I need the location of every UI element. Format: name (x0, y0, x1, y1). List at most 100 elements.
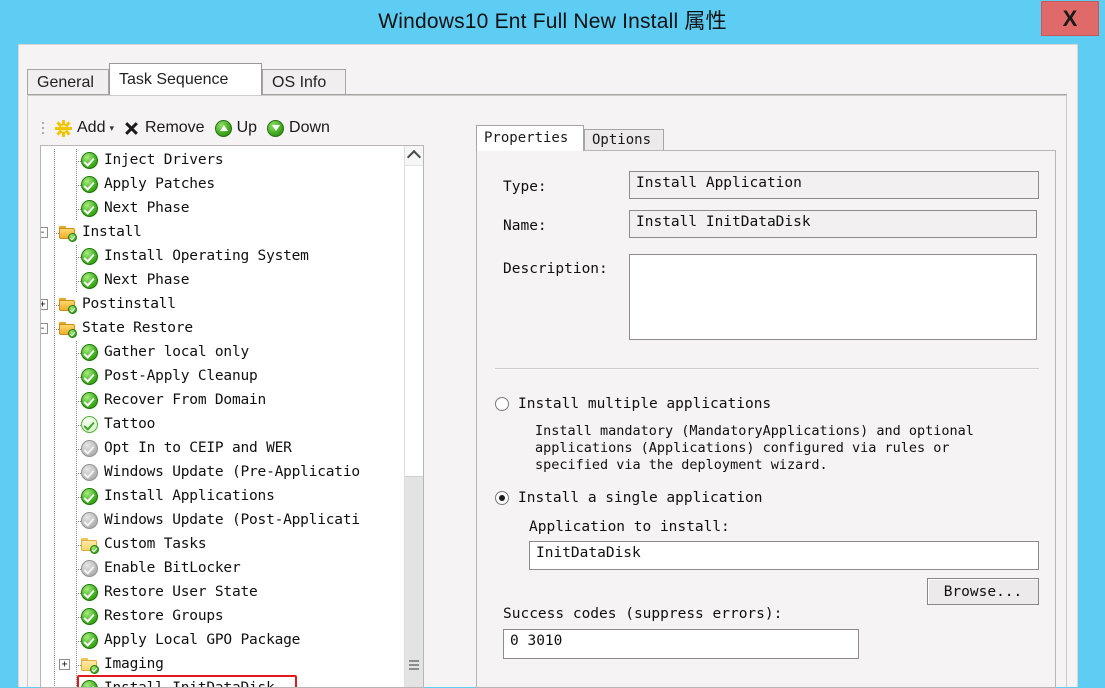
tree-item-label: Install Operating System (104, 248, 309, 264)
remove-button[interactable]: Remove (118, 117, 210, 139)
name-field[interactable]: Install InitDataDisk (629, 210, 1037, 238)
radio-install-multiple-label: Install multiple applications (518, 396, 772, 412)
properties-form: Type: Install Application Name: Install … (476, 150, 1056, 688)
tree-collapse-button[interactable]: - (41, 227, 48, 238)
tree-item[interactable]: Apply Local GPO Package (41, 629, 405, 653)
properties-tabstrip: Properties Options (476, 125, 1056, 151)
check-circle-pale-icon (81, 416, 98, 433)
tree-item[interactable]: Restore User State (41, 581, 405, 605)
scrollbar-thumb[interactable] (405, 476, 423, 687)
tree-item[interactable]: Inject Drivers (41, 149, 405, 173)
tree-expand-button[interactable]: + (41, 299, 48, 310)
tree-vertical-scrollbar[interactable] (404, 146, 423, 687)
radio-install-multiple[interactable]: Install multiple applications (495, 395, 771, 413)
down-button-label: Down (289, 119, 330, 136)
tree-item-label: Imaging (104, 656, 164, 672)
step-properties-pane: Properties Options Type: Install Applica… (476, 125, 1056, 688)
check-circle-icon (81, 152, 98, 169)
tab-task-sequence[interactable]: Task Sequence (109, 63, 262, 95)
tree-item-label: Inject Drivers (104, 152, 224, 168)
window-title: Windows10 Ent Full New Install 属性 (378, 10, 727, 33)
tree-item[interactable]: Tattoo (41, 413, 405, 437)
tree-item[interactable]: Apply Patches (41, 173, 405, 197)
tree-item[interactable]: Install Operating System (41, 245, 405, 269)
check-circle-disabled-icon (81, 560, 98, 577)
description-field[interactable] (629, 254, 1037, 340)
up-button[interactable]: Up (210, 117, 262, 139)
tree-collapse-button[interactable]: - (41, 323, 48, 334)
tree-item[interactable]: Post-Apply Cleanup (41, 365, 405, 389)
check-circle-disabled-icon (81, 440, 98, 457)
tree-toolbar: Add ▾ Remove Up Down (40, 114, 335, 142)
task-sequence-tree[interactable]: Inject Drivers Apply Patches Next Phase - In… (40, 145, 424, 688)
tab-properties[interactable]: Properties (476, 125, 584, 151)
tree-item-label: Apply Patches (104, 176, 215, 192)
down-button[interactable]: Down (262, 117, 335, 139)
tree-item[interactable]: Install InitDataDisk (41, 677, 405, 687)
close-button[interactable]: X (1041, 1, 1099, 36)
close-x-icon (123, 120, 140, 137)
tree-item[interactable]: + Imaging (41, 653, 405, 677)
tree-item[interactable]: Opt In to CEIP and WER (41, 437, 405, 461)
check-circle-disabled-icon (81, 512, 98, 529)
remove-button-label: Remove (145, 119, 205, 136)
tree-item-label: State Restore (82, 320, 193, 336)
radio-install-single[interactable]: Install a single application (495, 489, 762, 507)
tree-item-label: Enable BitLocker (104, 560, 241, 576)
tree-item[interactable]: Windows Update (Pre-Applicatio (41, 461, 405, 485)
add-button-label: Add (77, 119, 106, 136)
close-icon: X (1062, 5, 1078, 31)
check-circle-icon (81, 584, 98, 601)
tree-item[interactable]: Custom Tasks (41, 533, 405, 557)
check-circle-icon (81, 272, 98, 289)
application-to-install-label: Application to install: (529, 519, 730, 535)
up-button-label: Up (236, 119, 258, 136)
radio-button-unselected-icon (495, 397, 509, 411)
type-field[interactable]: Install Application (629, 171, 1039, 199)
browse-button[interactable]: Browse... (927, 578, 1039, 605)
check-circle-icon (81, 200, 98, 217)
tree-item[interactable]: Next Phase (41, 197, 405, 221)
tree-item[interactable]: Restore Groups (41, 605, 405, 629)
properties-dialog: General Task Sequence OS Info Add ▾ Remo… (18, 44, 1078, 688)
tree-item-label: Custom Tasks (104, 536, 207, 552)
application-to-install-field[interactable]: InitDataDisk (529, 541, 1039, 570)
tab-options[interactable]: Options (584, 129, 664, 151)
folder-light-icon (81, 656, 99, 674)
tree-item[interactable]: Gather local only (41, 341, 405, 365)
folder-light-icon (81, 536, 99, 554)
check-circle-icon (81, 488, 98, 505)
check-circle-icon (81, 608, 98, 625)
tab-general[interactable]: General (27, 69, 109, 95)
add-dropdown-caret-icon[interactable]: ▾ (109, 123, 114, 134)
star-icon (55, 119, 72, 137)
tree-item-label: Next Phase (104, 200, 190, 216)
tree-item-label: Install (82, 224, 142, 240)
tree-item-label: Postinstall (82, 296, 176, 312)
check-circle-icon (81, 392, 98, 409)
tree-item[interactable]: Windows Update (Post-Applicati (41, 509, 405, 533)
scroll-up-button[interactable] (405, 146, 423, 166)
tree-item-label: Next Phase (104, 272, 190, 288)
tree-item-label: Install Applications (104, 488, 275, 504)
tree-item[interactable]: Recover From Domain (41, 389, 405, 413)
tree-rows-container: Inject Drivers Apply Patches Next Phase - In… (41, 146, 405, 687)
tree-item[interactable]: Next Phase (41, 269, 405, 293)
tree-item[interactable]: - Install (41, 221, 405, 245)
success-codes-label: Success codes (suppress errors): (503, 606, 783, 622)
tree-expand-button[interactable]: + (59, 659, 70, 670)
tree-item[interactable]: + Postinstall (41, 293, 405, 317)
toolbar-grip[interactable] (40, 118, 46, 138)
tree-item[interactable]: Install Applications (41, 485, 405, 509)
tree-item[interactable]: Enable BitLocker (41, 557, 405, 581)
tab-os-info[interactable]: OS Info (262, 69, 346, 95)
task-sequence-panel: Add ▾ Remove Up Down Inject Drivers Apply… (27, 95, 1067, 688)
tree-item[interactable]: - State Restore (41, 317, 405, 341)
add-button[interactable]: Add (50, 117, 110, 139)
title-bar: Windows10 Ent Full New Install 属性 X (0, 0, 1105, 44)
success-codes-field[interactable]: 0 3010 (503, 629, 859, 659)
check-circle-icon (81, 176, 98, 193)
name-label: Name: (503, 218, 547, 234)
tree-item-label: Install InitDataDisk (104, 680, 275, 687)
check-circle-icon (81, 344, 98, 361)
